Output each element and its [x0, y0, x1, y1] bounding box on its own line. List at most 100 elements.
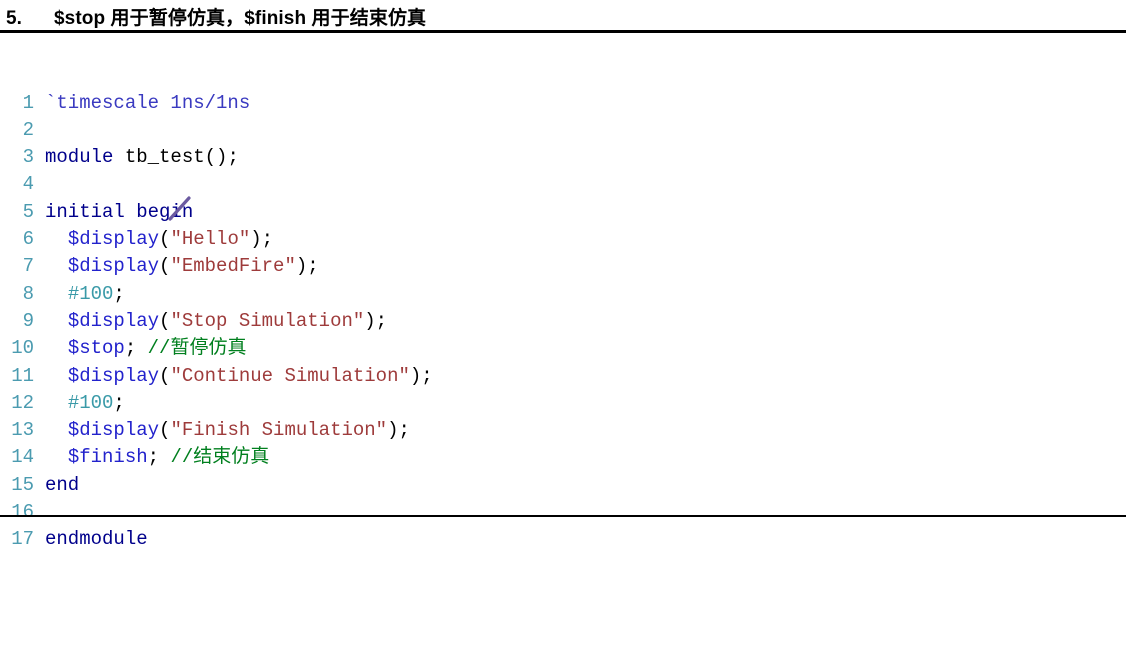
code-line: 11 $display("Continue Simulation"); — [0, 363, 1131, 390]
code-token: "Finish Simulation" — [170, 419, 388, 442]
code-line-text: `timescale 1ns/1ns — [34, 90, 250, 117]
code-line: 14 $finish; //结束仿真 — [0, 444, 1131, 471]
code-line: 9 $display("Stop Simulation"); — [0, 308, 1131, 335]
code-line-text: #100; — [34, 281, 125, 308]
line-number: 7 — [22, 255, 34, 278]
code-line: 13 $display("Finish Simulation"); — [0, 417, 1131, 444]
code-token: end — [45, 473, 80, 496]
code-line-text: $display("EmbedFire"); — [34, 253, 319, 280]
code-token: ; — [124, 337, 148, 360]
code-line-text: end — [34, 472, 79, 499]
code-token: ; — [113, 391, 125, 414]
code-line: 2 — [0, 117, 1131, 144]
code-line: 4 — [0, 171, 1131, 198]
code-token: ); — [364, 309, 388, 332]
code-token: #100 — [67, 391, 114, 414]
code-token: $finish — [67, 446, 148, 469]
code-token: initial begin — [45, 200, 194, 223]
code-token: ( — [159, 309, 171, 332]
code-line: 16 — [0, 499, 1131, 526]
line-number: 12 — [11, 391, 34, 414]
code-token: "EmbedFire" — [170, 255, 296, 278]
line-number: 8 — [22, 282, 34, 305]
code-line: 5 initial begin — [0, 199, 1131, 226]
code-line-text: $display("Hello"); — [34, 226, 273, 253]
code-line: 8 #100; — [0, 281, 1131, 308]
line-number: 11 — [11, 364, 34, 387]
code-line: 12 #100; — [0, 390, 1131, 417]
code-line-text: initial begin — [34, 199, 193, 226]
code-token: tb_test(); — [113, 146, 239, 169]
code-token: $stop — [67, 337, 125, 360]
code-listing: 1 `timescale 1ns/1ns 2 3 module tb_test(); 4 5… — [0, 33, 1131, 663]
page-root: 5. $stop 用于暂停仿真，$finish 用于结束仿真 1 `timesca… — [0, 0, 1131, 663]
line-number: 9 — [22, 309, 34, 332]
code-line-text: $stop; //暂停仿真 — [34, 335, 247, 362]
code-token: $display — [67, 309, 160, 332]
code-token: ); — [250, 228, 274, 251]
line-number: 16 — [11, 501, 34, 524]
code-token: ; — [147, 446, 171, 469]
line-number: 15 — [11, 473, 34, 496]
section-heading: 5. $stop 用于暂停仿真，$finish 用于结束仿真 — [0, 0, 1131, 29]
code-line-text: $display("Finish Simulation"); — [34, 417, 410, 444]
code-token: endmodule — [45, 528, 148, 551]
code-token: "Hello" — [170, 228, 251, 251]
code-line-text: module tb_test(); — [34, 144, 239, 171]
code-line-text: endmodule — [34, 526, 148, 553]
line-number: 4 — [22, 173, 34, 196]
code-token: $display — [67, 364, 160, 387]
line-number: 1 — [22, 91, 34, 114]
code-line-text: $display("Stop Simulation"); — [34, 308, 387, 335]
code-token: `timescale 1ns/1ns — [45, 91, 251, 114]
code-token: ( — [159, 364, 171, 387]
code-token: $display — [67, 419, 160, 442]
line-number: 6 — [22, 228, 34, 251]
code-token: ); — [387, 419, 410, 442]
page-title: $stop 用于暂停仿真，$finish 用于结束仿真 — [54, 8, 427, 29]
code-token: ( — [159, 419, 171, 442]
line-number: 5 — [22, 200, 34, 223]
code-token: #100 — [67, 282, 114, 305]
code-token: "Stop Simulation" — [170, 309, 365, 332]
code-token: $display — [67, 255, 160, 278]
line-number: 3 — [22, 146, 34, 169]
code-token: ; — [113, 282, 125, 305]
code-line-text: $finish; //结束仿真 — [34, 444, 269, 471]
code-line: 3 module tb_test(); — [0, 144, 1131, 171]
code-line: 7 $display("EmbedFire"); — [0, 253, 1131, 280]
code-line: 1 `timescale 1ns/1ns — [0, 90, 1131, 117]
code-line: 6 $display("Hello"); — [0, 226, 1131, 253]
code-token: ); — [409, 364, 433, 387]
line-number: 14 — [11, 446, 34, 469]
code-token: //暂停仿真 — [147, 337, 247, 360]
code-token: ( — [159, 255, 171, 278]
line-number: 10 — [11, 337, 34, 360]
code-lines-container: 1 `timescale 1ns/1ns 2 3 module tb_test(); 4 5… — [0, 90, 1131, 554]
code-line-text: #100; — [34, 390, 125, 417]
code-line: 10 $stop; //暂停仿真 — [0, 335, 1131, 362]
line-number: 17 — [11, 528, 34, 551]
code-line: 17 endmodule — [0, 526, 1131, 553]
code-line-text: $display("Continue Simulation"); — [34, 363, 433, 390]
code-token: "Continue Simulation" — [170, 364, 410, 387]
code-line: 15 end — [0, 472, 1131, 499]
divider-bottom — [0, 515, 1126, 517]
section-number: 5. — [6, 8, 22, 29]
code-token: $display — [67, 228, 160, 251]
line-number: 2 — [22, 118, 34, 141]
code-token: //结束仿真 — [170, 446, 270, 469]
code-token: ); — [295, 255, 319, 278]
line-number: 13 — [11, 419, 34, 442]
code-token: ( — [159, 228, 171, 251]
code-token: module — [45, 146, 114, 169]
